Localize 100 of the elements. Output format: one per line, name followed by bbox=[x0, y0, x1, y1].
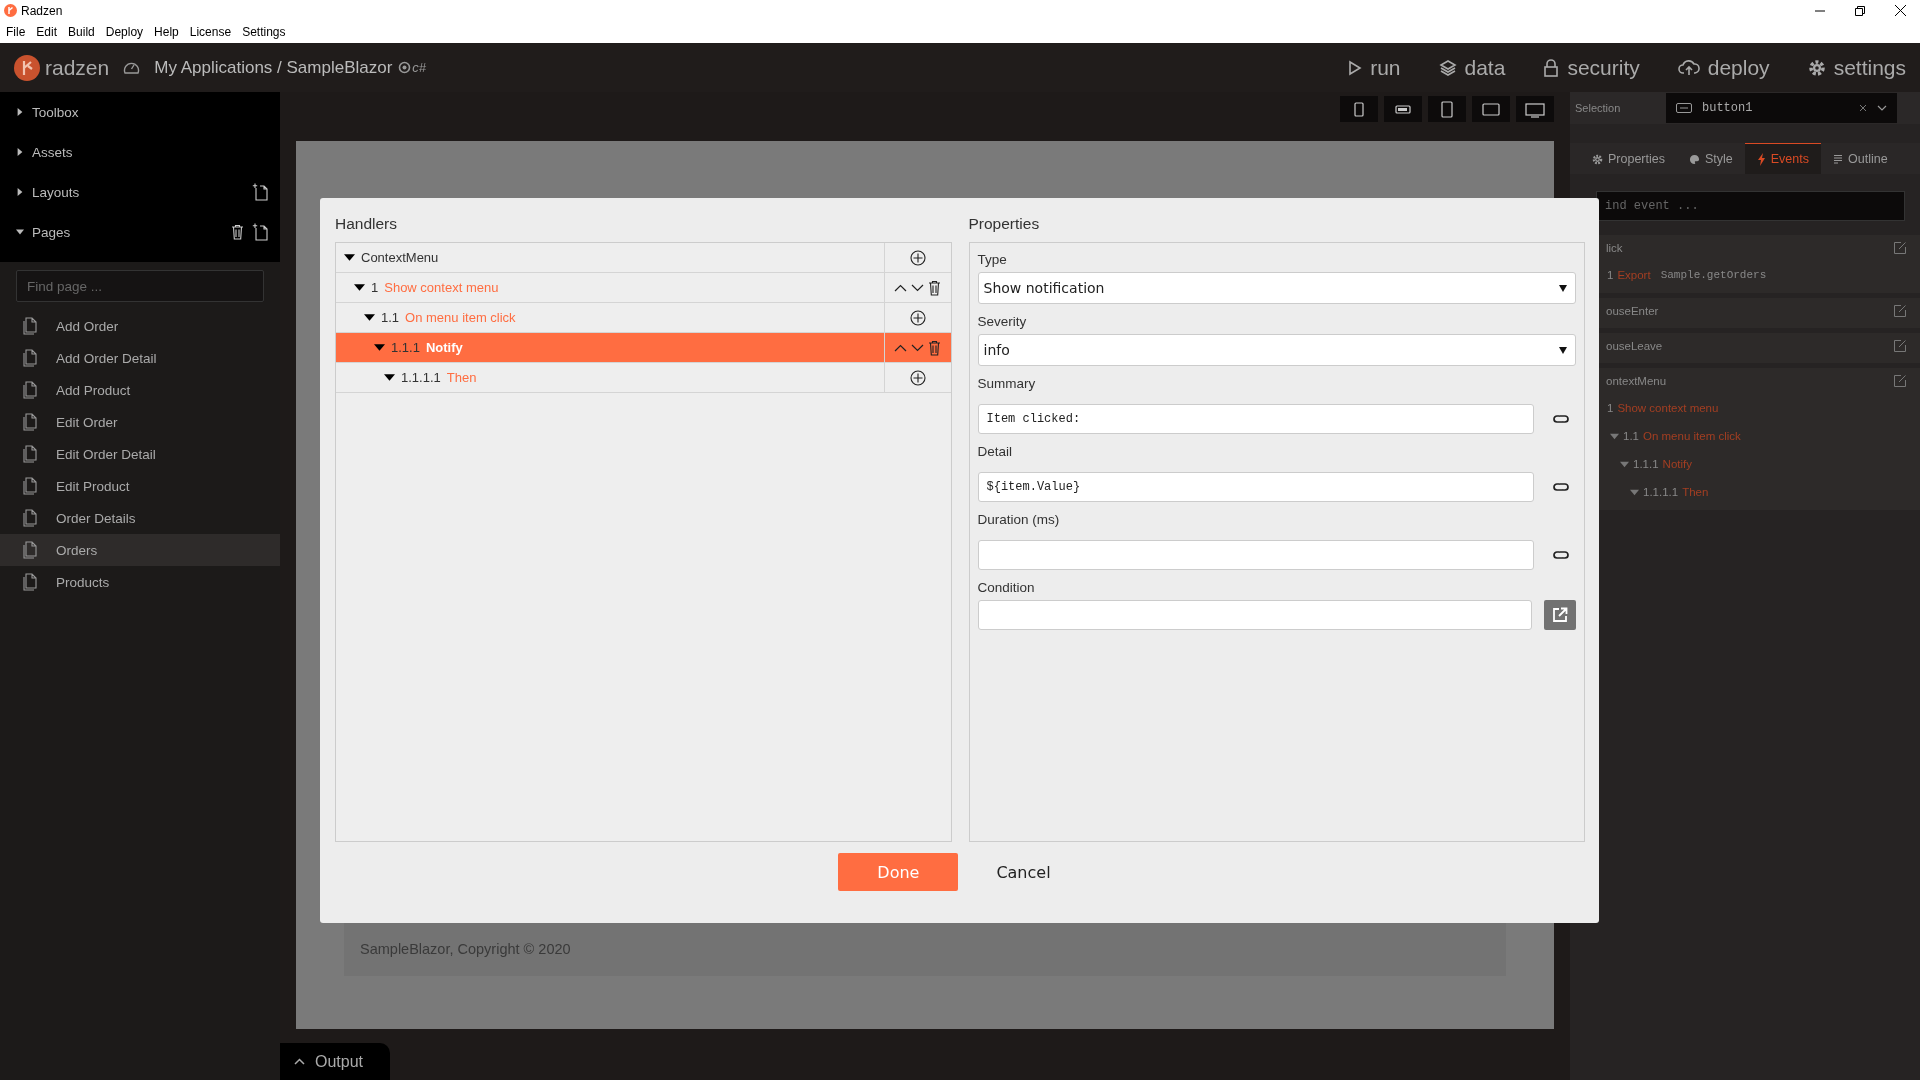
field-label: Duration (ms) bbox=[977, 512, 1060, 527]
device-button[interactable] bbox=[1428, 96, 1466, 122]
clear-icon[interactable] bbox=[1859, 104, 1867, 112]
output-tab[interactable]: Output bbox=[280, 1043, 390, 1080]
move-up-icon[interactable] bbox=[894, 283, 907, 292]
input-field[interactable] bbox=[977, 540, 1534, 570]
link-icon[interactable] bbox=[1553, 482, 1569, 492]
delete-icon[interactable] bbox=[928, 279, 941, 296]
page-item[interactable]: Products bbox=[0, 566, 280, 598]
move-up-icon[interactable] bbox=[894, 343, 907, 352]
caret-down-icon[interactable] bbox=[1877, 105, 1887, 111]
input-field[interactable] bbox=[977, 600, 1532, 630]
panel-tab[interactable]: Outline bbox=[1821, 143, 1900, 174]
restore-icon[interactable] bbox=[1855, 5, 1865, 16]
expression-editor-button[interactable] bbox=[1544, 600, 1576, 630]
expanded-triangle-icon[interactable] bbox=[354, 282, 365, 293]
new-page-icon[interactable] bbox=[252, 223, 268, 241]
page-icon bbox=[22, 573, 38, 591]
edit-icon[interactable] bbox=[1894, 305, 1906, 317]
gauge-icon bbox=[123, 60, 141, 75]
page-item[interactable]: Add Order Detail bbox=[0, 342, 280, 374]
delete-icon[interactable] bbox=[928, 339, 941, 356]
expanded-triangle-icon[interactable] bbox=[16, 228, 24, 236]
section-header[interactable]: Pages bbox=[32, 224, 71, 240]
settings-icon bbox=[1807, 58, 1826, 77]
nav-link[interactable]: data bbox=[1438, 55, 1506, 80]
add-icon[interactable] bbox=[909, 369, 926, 386]
menu-item[interactable]: Edit bbox=[36, 25, 58, 39]
close-icon[interactable] bbox=[1895, 5, 1906, 16]
expanded-triangle-icon[interactable] bbox=[344, 252, 355, 263]
edit-icon[interactable] bbox=[1894, 340, 1906, 352]
page-item[interactable]: Order Details bbox=[0, 502, 280, 534]
edit-icon[interactable] bbox=[1894, 375, 1906, 387]
link-icon[interactable] bbox=[1553, 550, 1569, 560]
add-icon[interactable] bbox=[909, 249, 926, 266]
page-item[interactable]: Edit Order bbox=[0, 406, 280, 438]
step-number: 1 bbox=[371, 280, 379, 295]
handler-row[interactable]: 1 Show context menu bbox=[336, 273, 951, 303]
menu-item[interactable]: Deploy bbox=[105, 25, 144, 39]
nav-link[interactable]: security bbox=[1543, 55, 1640, 80]
panel-tab[interactable]: Properties bbox=[1580, 143, 1677, 174]
page-icon bbox=[22, 349, 38, 367]
device-button[interactable] bbox=[1340, 96, 1378, 122]
device-button[interactable] bbox=[1516, 96, 1554, 122]
nav-link[interactable]: deploy bbox=[1677, 55, 1770, 80]
lock-icon bbox=[1543, 58, 1560, 77]
page-item[interactable]: Orders bbox=[0, 534, 280, 566]
section-header[interactable]: Assets bbox=[32, 144, 73, 160]
search-field[interactable]: Find page ... bbox=[16, 270, 264, 302]
handler-row[interactable]: 1.1.1.1 Then bbox=[336, 363, 951, 393]
device-button[interactable] bbox=[1384, 96, 1422, 122]
dropdown-field[interactable]: info bbox=[977, 334, 1576, 366]
menu-item[interactable]: Help bbox=[154, 25, 179, 39]
move-down-icon[interactable] bbox=[911, 343, 924, 352]
action-detail: Sample.getOrders bbox=[1660, 269, 1767, 281]
expanded-triangle-icon[interactable] bbox=[374, 342, 385, 353]
edit-icon[interactable] bbox=[1894, 242, 1906, 254]
page-icon bbox=[22, 413, 38, 431]
expanded-triangle-icon[interactable] bbox=[364, 312, 375, 323]
dropdown-arrow-icon bbox=[1559, 284, 1567, 292]
window-title: Radzen bbox=[21, 3, 63, 18]
panel-tab[interactable]: Events bbox=[1744, 143, 1821, 174]
input-field[interactable]: ${item.Value} bbox=[977, 472, 1534, 502]
selection-dropdown[interactable]: button1 bbox=[1666, 93, 1897, 123]
nav-link[interactable]: run bbox=[1348, 55, 1401, 80]
move-down-icon[interactable] bbox=[911, 283, 924, 292]
new-page-icon[interactable] bbox=[252, 183, 268, 201]
step-number: 1.1.1.1 bbox=[401, 370, 441, 385]
page-item[interactable]: Edit Order Detail bbox=[0, 438, 280, 470]
page-item[interactable]: Edit Product bbox=[0, 470, 280, 502]
handler-row[interactable]: 1.1.1 Notify bbox=[336, 333, 951, 363]
cancel-button[interactable]: Cancel bbox=[990, 853, 1057, 891]
event-name: ontextMenu bbox=[1606, 375, 1668, 387]
expanded-triangle-icon[interactable] bbox=[384, 372, 395, 383]
link-icon[interactable] bbox=[1553, 414, 1569, 424]
step-number: 1 bbox=[1607, 402, 1614, 414]
action-name: Then bbox=[446, 370, 477, 385]
device-button[interactable] bbox=[1472, 96, 1510, 122]
menu-item[interactable]: License bbox=[189, 25, 232, 39]
layers-icon bbox=[1438, 58, 1457, 77]
menu-item[interactable]: File bbox=[6, 25, 26, 39]
search-field[interactable]: ind event ... bbox=[1596, 191, 1905, 221]
collapsed-triangle-icon[interactable] bbox=[16, 188, 24, 196]
section-header[interactable]: Toolbox bbox=[32, 104, 79, 120]
action-name: On menu item click bbox=[405, 310, 516, 325]
panel-tab[interactable]: Style bbox=[1677, 143, 1745, 174]
input-field[interactable]: Item clicked: bbox=[977, 404, 1534, 434]
lines-icon bbox=[1833, 154, 1843, 164]
add-icon[interactable] bbox=[909, 309, 926, 326]
section-header[interactable]: Layouts bbox=[32, 184, 80, 200]
collapsed-triangle-icon[interactable] bbox=[16, 108, 24, 116]
step-number: 1.1 bbox=[381, 310, 400, 325]
collapsed-triangle-icon[interactable] bbox=[16, 148, 24, 156]
page-item[interactable]: Add Product bbox=[0, 374, 280, 406]
page-item[interactable]: Add Order bbox=[0, 310, 280, 342]
dropdown-field[interactable]: Show notification bbox=[977, 272, 1576, 304]
nav-link[interactable]: settings bbox=[1807, 55, 1906, 80]
menu-item[interactable]: Settings bbox=[242, 25, 286, 39]
handler-row[interactable]: ContextMenu bbox=[336, 243, 951, 273]
menu-item[interactable]: Build bbox=[68, 25, 95, 39]
